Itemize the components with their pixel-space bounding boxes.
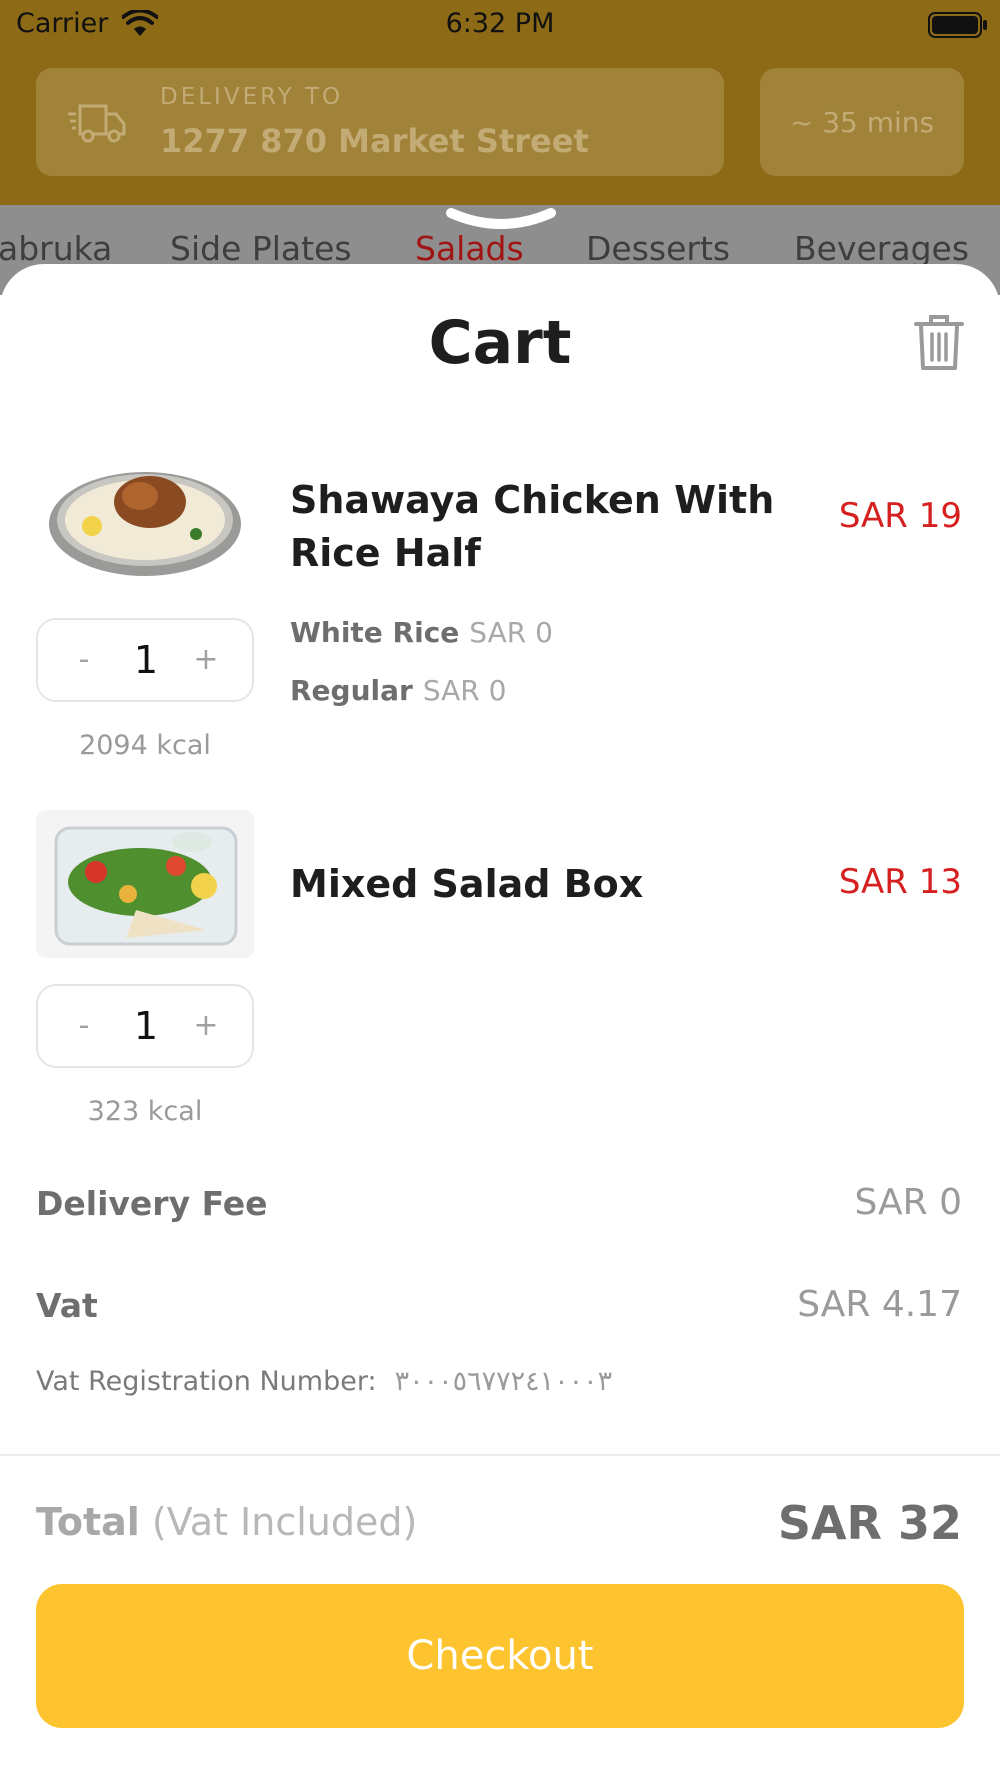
cart-title: Cart	[428, 308, 572, 378]
app-header: Carrier 6:32 PM DELIVERY TO 1277 870 Mar…	[0, 0, 1000, 205]
option-name: White Rice	[290, 616, 460, 649]
trash-icon[interactable]	[912, 312, 966, 372]
sheet-dismiss-chevron-icon[interactable]	[445, 205, 557, 239]
item-price: SAR 19	[838, 496, 962, 536]
chicken-rice-image	[36, 444, 254, 592]
item-name: Mixed Salad Box	[290, 862, 644, 906]
decrease-quantity-button[interactable]: -	[64, 1004, 104, 1048]
status-time: 6:32 PM	[445, 8, 555, 39]
total-vat-note: (Vat Included)	[151, 1500, 418, 1544]
item-calories: 2094 kcal	[79, 730, 211, 761]
salad-box-image	[36, 810, 254, 958]
delivery-location-button[interactable]: DELIVERY TO 1277 870 Market Street	[36, 68, 724, 176]
increase-quantity-button[interactable]: +	[186, 638, 226, 682]
vat-registration-label: Vat Registration Number:	[36, 1366, 377, 1397]
quantity-stepper: - 1 +	[36, 618, 254, 702]
total-row: Total (Vat Included)	[36, 1500, 417, 1544]
item-calories: 323 kcal	[87, 1096, 203, 1127]
vat-value: SAR 4.17	[797, 1284, 962, 1325]
vat-registration-number: ٣٠٠٠٥٦٧٧٢٤١٠٠٠٣	[394, 1366, 613, 1397]
option-price: SAR 0	[469, 616, 553, 649]
delivery-fee-value: SAR 0	[854, 1182, 962, 1223]
total-label: Total	[36, 1500, 140, 1544]
divider	[0, 1454, 1000, 1456]
delivery-fee-label: Delivery Fee	[36, 1184, 268, 1223]
quantity-value: 1	[133, 1004, 159, 1048]
tab-mabruka[interactable]: abruka	[0, 229, 112, 268]
delivery-truck-icon	[68, 104, 126, 143]
vat-label: Vat	[36, 1286, 98, 1325]
tab-desserts[interactable]: Desserts	[586, 229, 730, 268]
total-value: SAR 32	[777, 1496, 962, 1550]
item-option: White Rice SAR 0	[290, 616, 553, 649]
checkout-button[interactable]: Checkout	[36, 1584, 964, 1728]
vat-registration: Vat Registration Number: ٣٠٠٠٥٦٧٧٢٤١٠٠٠٣	[36, 1366, 612, 1397]
item-price: SAR 13	[838, 862, 962, 902]
tab-beverages[interactable]: Beverages	[794, 229, 969, 268]
tab-side-plates[interactable]: Side Plates	[170, 229, 352, 268]
delivery-address: 1277 870 Market Street	[160, 122, 589, 160]
delivery-eta-badge: ~ 35 mins	[760, 68, 964, 176]
battery-icon	[928, 12, 987, 38]
app-screen: Carrier 6:32 PM DELIVERY TO 1277 870 Mar…	[0, 0, 1000, 1778]
item-option: Regular SAR 0	[290, 674, 506, 707]
status-bar: Carrier 6:32 PM	[0, 0, 1000, 50]
decrease-quantity-button[interactable]: -	[64, 638, 104, 682]
option-price: SAR 0	[422, 674, 507, 707]
delivery-caption: DELIVERY TO	[160, 84, 344, 110]
quantity-stepper: - 1 +	[36, 984, 254, 1068]
increase-quantity-button[interactable]: +	[186, 1004, 226, 1048]
item-name: Shawaya Chicken With Rice Half	[290, 478, 775, 575]
cart-sheet: Cart Shawaya Chicken With Rice Half SAR …	[0, 264, 1000, 1778]
option-name: Regular	[290, 674, 413, 707]
quantity-value: 1	[133, 638, 159, 682]
